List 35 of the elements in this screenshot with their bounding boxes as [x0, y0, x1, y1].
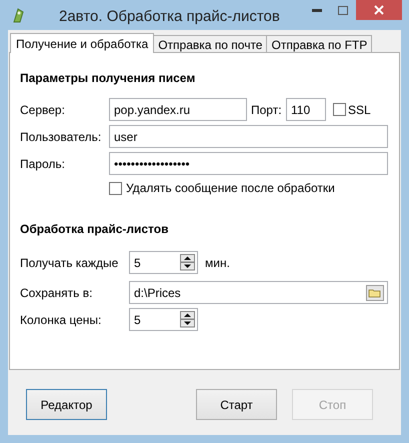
dialog-button[interactable]: Старт: [196, 389, 277, 420]
field-label: Пользователь:: [20, 128, 102, 146]
close-icon: [374, 5, 384, 15]
field-label: Порт:: [251, 102, 283, 118]
spinner-arrows-icon: [180, 311, 195, 328]
field-label: Колонка цены:: [20, 312, 102, 328]
checkbox[interactable]: [333, 103, 346, 116]
checkbox-label: Удалять сообщение после обработки: [126, 180, 335, 197]
app-icon: [11, 7, 25, 23]
checkbox[interactable]: [109, 182, 122, 194]
user-field[interactable]: user: [109, 125, 388, 148]
number-field[interactable]: 5: [129, 308, 198, 331]
folder-path-field[interactable]: d:\Prices: [129, 281, 388, 304]
server-field[interactable]: pop.yandex.ru: [109, 98, 247, 121]
field-label: Получать каждые: [20, 254, 120, 272]
tab[interactable]: Отправка по почте: [153, 35, 268, 52]
dialog-button[interactable]: Редактор: [26, 389, 107, 420]
field-label: Сохранять в:: [20, 284, 94, 302]
number-field[interactable]: 5: [129, 251, 198, 274]
window-title: 2авто. Обработка прайс-листов: [59, 7, 280, 27]
unit-label: мин.: [205, 254, 230, 272]
password-field[interactable]: ••••••••••••••••••: [109, 152, 388, 175]
tab[interactable]: Получение и обработка: [10, 33, 154, 53]
checkbox-label: SSL: [348, 102, 371, 118]
minimize-icon: [312, 8, 322, 12]
close-button[interactable]: [356, 0, 402, 20]
maximize-icon: [338, 6, 348, 14]
field-label: Пароль:: [20, 156, 66, 172]
section-heading: Параметры получения писем: [20, 70, 196, 87]
folder-icon[interactable]: [366, 284, 384, 300]
field-label: Сервер:: [20, 102, 66, 118]
section-heading: Обработка прайс-листов: [20, 221, 170, 238]
port-field[interactable]: 110: [286, 98, 326, 121]
spinner-arrows-icon: [180, 254, 195, 271]
tab[interactable]: Отправка по FTP: [266, 35, 372, 52]
